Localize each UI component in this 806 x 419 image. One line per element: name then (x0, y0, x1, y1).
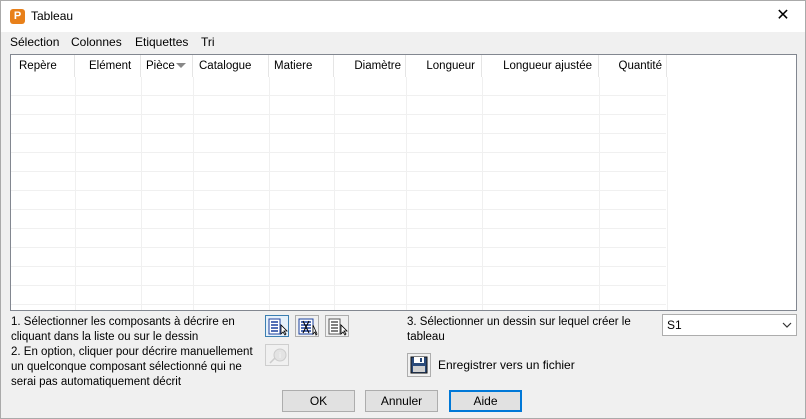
close-button[interactable]: ✕ (761, 1, 805, 31)
grid-row-line (11, 285, 666, 286)
tableau-dialog: P Tableau ✕ Sélection Colonnes Etiquette… (0, 0, 806, 419)
manual-describe-button[interactable]: i (265, 344, 289, 366)
grid-column-line (141, 77, 142, 310)
grid-row-line (11, 190, 666, 191)
save-to-file-button[interactable] (407, 353, 431, 377)
menu-selection[interactable]: Sélection (10, 35, 59, 49)
menu-tri[interactable]: Tri (201, 35, 215, 49)
save-to-file-label: Enregistrer vers un fichier (438, 358, 575, 372)
column-header-quantite[interactable]: Quantité (599, 55, 667, 77)
menu-etiquettes[interactable]: Etiquettes (135, 35, 188, 49)
grid-column-line (193, 77, 194, 310)
help-button[interactable]: Aide (449, 390, 522, 412)
app-logo-icon: P (10, 9, 25, 24)
grid-column-line (334, 77, 335, 310)
grid-row-line (11, 247, 666, 248)
column-header-repere[interactable]: Repère (11, 55, 75, 77)
menu-colonnes[interactable]: Colonnes (71, 35, 122, 49)
column-header-element[interactable]: Elément (75, 55, 141, 77)
grid-row-line (11, 171, 666, 172)
instruction-step3: 3. Sélectionner un dessin sur lequel cré… (407, 316, 631, 343)
column-header-piece[interactable]: Pièce (141, 55, 193, 77)
grid-column-line (482, 77, 483, 310)
invert-list-icon (298, 318, 318, 336)
chevron-down-icon (782, 315, 792, 341)
list-header: Repère Elément Pièce Catalogue Matiere D… (11, 55, 796, 77)
grid-column-line (599, 77, 600, 310)
grid-column-line (269, 77, 270, 310)
title-bar: P Tableau ✕ (1, 1, 805, 32)
column-header-catalogue[interactable]: Catalogue (193, 55, 269, 77)
component-list[interactable]: Repère Elément Pièce Catalogue Matiere D… (10, 54, 797, 311)
window-title: Tableau (31, 9, 74, 23)
grid-row-line (11, 114, 666, 115)
grid-column-line (75, 77, 76, 310)
grid-column-line (406, 77, 407, 310)
instruction-step2: 2. En option, cliquer pour décrire manue… (11, 346, 253, 388)
grid-row-line (11, 152, 666, 153)
select-in-drawing-button[interactable] (325, 315, 349, 337)
column-header-matiere[interactable]: Matiere (269, 55, 334, 77)
grid-row-line (11, 209, 666, 210)
drawing-select-value: S1 (667, 318, 682, 332)
list-select-icon (268, 318, 288, 336)
floppy-disk-icon (410, 356, 428, 374)
manual-describe-icon: i (269, 348, 287, 364)
grid-row-line (11, 266, 666, 267)
menu-bar: Sélection Colonnes Etiquettes Tri (1, 33, 805, 51)
svg-text:i: i (279, 351, 281, 360)
ok-button[interactable]: OK (282, 390, 355, 412)
invert-selection-button[interactable] (295, 315, 319, 337)
grid-row-line (11, 133, 666, 134)
grid-row-line (11, 304, 666, 305)
column-header-diametre[interactable]: Diamètre (334, 55, 406, 77)
grid-row-line (11, 95, 666, 96)
drawing-select[interactable]: S1 (662, 314, 797, 336)
column-header-longueur-ajustee[interactable]: Longueur ajustée (482, 55, 599, 77)
column-header-longueur[interactable]: Longueur (406, 55, 482, 77)
instruction-step1: 1. Sélectionner les composants à décrire… (11, 316, 235, 343)
grid-row-line (11, 228, 666, 229)
grid-column-line (667, 77, 668, 310)
drawing-select-icon (328, 318, 348, 336)
cancel-button[interactable]: Annuler (365, 390, 438, 412)
select-in-list-button[interactable] (265, 315, 289, 337)
sort-down-icon (175, 63, 186, 69)
